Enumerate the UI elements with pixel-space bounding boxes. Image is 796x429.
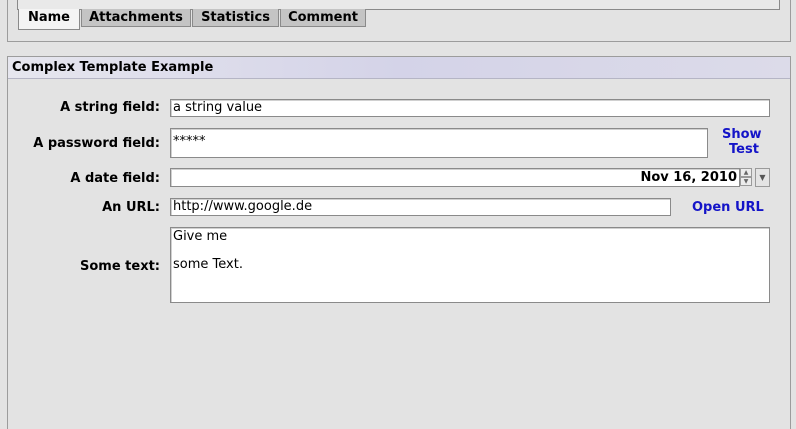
test-link[interactable]: Test [729, 142, 759, 157]
url-field-input[interactable]: http://www.google.de [170, 198, 671, 216]
tab-statistics[interactable]: Statistics [192, 9, 279, 27]
url-field-label: An URL: [102, 200, 160, 215]
chevron-down-icon[interactable]: ▼ [755, 168, 770, 187]
string-field-label: A string field: [60, 100, 160, 115]
panel-title: Complex Template Example [8, 57, 790, 79]
text-line-2: some Text. [173, 257, 243, 272]
date-field-input[interactable]: Nov 16, 2010 [170, 168, 740, 187]
some-text-area[interactable]: Give me some Text. [170, 227, 770, 303]
tab-comment[interactable]: Comment [280, 9, 366, 27]
password-field-input[interactable]: ***** [170, 128, 708, 158]
string-field-input[interactable]: a string value [170, 99, 770, 117]
tab-name[interactable]: Name [18, 9, 80, 30]
text-line-1: Give me [173, 229, 228, 244]
password-field-label: A password field: [33, 136, 160, 151]
date-field-value: Nov 16, 2010 [640, 170, 737, 185]
tab-attachments[interactable]: Attachments [81, 9, 191, 27]
show-link[interactable]: Show [722, 127, 762, 142]
spinner-down-arrow-icon[interactable]: ▼ [740, 177, 752, 186]
spinner-up-arrow-icon[interactable]: ▲ [740, 168, 752, 177]
open-url-link[interactable]: Open URL [692, 200, 764, 215]
date-field-label: A date field: [70, 171, 160, 186]
some-text-label: Some text: [79, 259, 160, 274]
